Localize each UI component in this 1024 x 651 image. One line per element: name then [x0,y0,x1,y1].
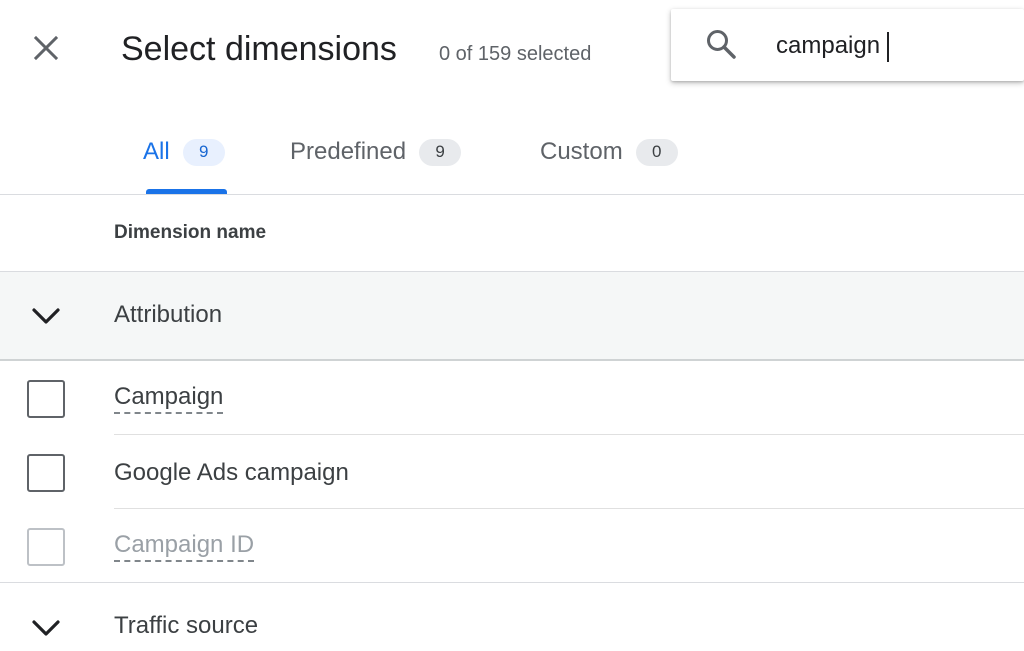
tab-all[interactable]: All 9 [143,132,225,172]
tab-custom-count-badge: 0 [635,138,678,166]
close-icon [33,35,59,61]
dimension-label-campaign[interactable]: Campaign [114,383,224,414]
dimension-row-google-ads-campaign: Google Ads campaign [0,435,1024,509]
chevron-down-icon[interactable] [28,610,64,646]
close-button[interactable] [28,30,64,66]
group-label-traffic-source: Traffic source [114,612,259,639]
checkbox-campaign-id [27,528,65,566]
text-cursor [887,32,889,62]
column-header-dimension-name: Dimension name [114,222,267,243]
tab-predefined-count-badge: 9 [419,138,462,166]
tab-all-count-badge: 9 [182,138,225,166]
search-input[interactable] [776,28,1016,64]
group-divider [0,582,1024,583]
search-icon[interactable] [703,26,739,62]
tab-custom[interactable]: Custom 0 [540,132,678,172]
tab-predefined[interactable]: Predefined 9 [290,132,462,172]
checkbox-campaign[interactable] [27,380,65,418]
dimension-label-google-ads-campaign[interactable]: Google Ads campaign [114,459,349,487]
tab-predefined-label: Predefined [290,138,407,165]
tab-custom-label: Custom [540,138,623,165]
dialog-title: Select dimensions [121,30,397,68]
tabs-divider [0,194,1024,195]
selection-count: 0 of 159 selected [439,43,592,65]
group-label-attribution: Attribution [114,301,223,328]
dimension-label-campaign-id: Campaign ID [114,531,255,562]
dimension-row-campaign-id: Campaign ID [0,509,1024,583]
tab-all-label: All [143,138,170,165]
chevron-down-icon[interactable] [28,298,64,334]
dimension-row-campaign: Campaign [0,361,1024,435]
checkbox-google-ads-campaign[interactable] [27,454,65,492]
